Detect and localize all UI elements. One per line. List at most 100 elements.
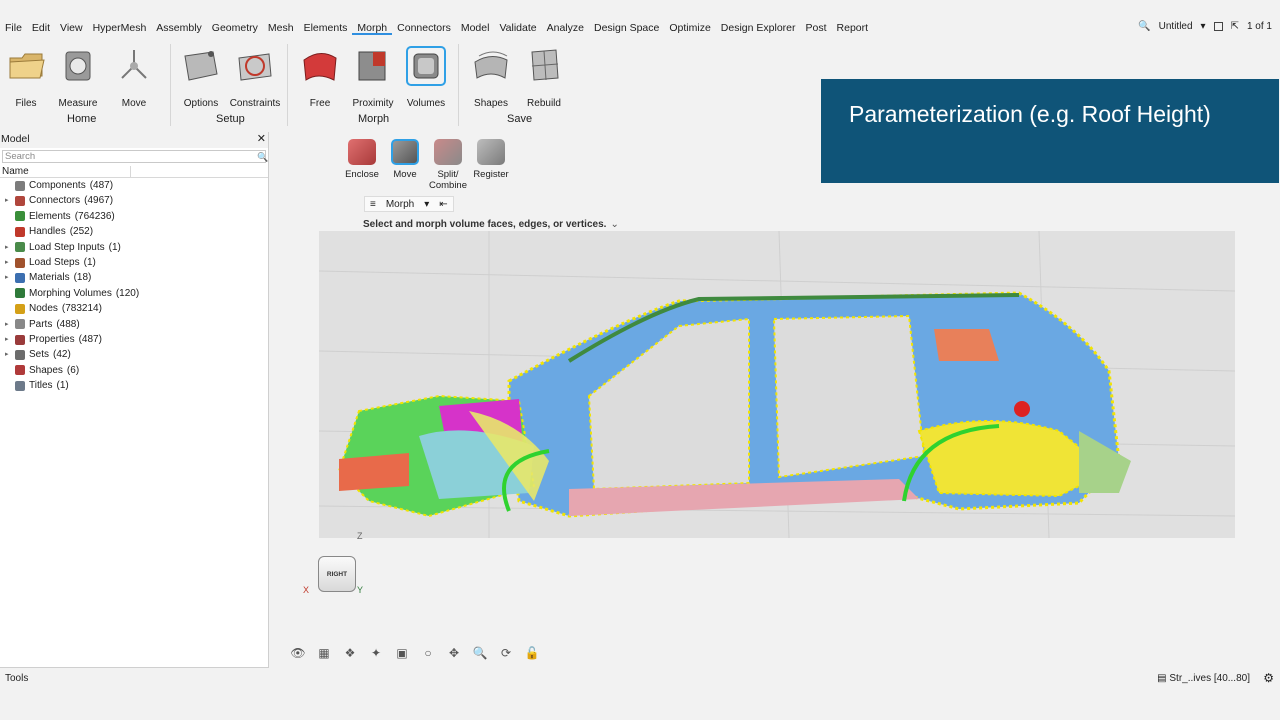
chevron-down-icon[interactable]: ⌄	[610, 219, 618, 230]
search-input[interactable]: Search	[2, 150, 266, 163]
display-mode-icon[interactable]: ▦	[314, 644, 334, 662]
menu-report[interactable]: Report	[832, 21, 874, 35]
menu-optimize[interactable]: Optimize	[664, 21, 715, 35]
menu-validate[interactable]: Validate	[494, 21, 541, 35]
session-name[interactable]: Untitled	[1159, 21, 1193, 32]
view-cube[interactable]: RIGHT	[318, 556, 356, 592]
sets-icon	[15, 349, 25, 360]
options-tool[interactable]: Options	[171, 46, 231, 109]
car-body-model[interactable]	[319, 231, 1235, 538]
free-tool[interactable]: Free	[290, 46, 350, 109]
expand-arrow-icon[interactable]: ▸	[0, 193, 9, 208]
menu-mesh[interactable]: Mesh	[263, 21, 299, 35]
chevron-down-icon[interactable]: ▾	[1201, 21, 1206, 32]
menu-post[interactable]: Post	[801, 21, 832, 35]
tree-item-sets[interactable]: ▸ Sets (42)	[0, 347, 268, 362]
menu-elements[interactable]: Elements	[299, 21, 353, 35]
expand-arrow-icon[interactable]: ▸	[0, 347, 9, 362]
group-setup: Setup	[216, 113, 245, 125]
search-icon[interactable]: 🔍	[1138, 21, 1150, 32]
shapes-label: Shapes	[474, 98, 508, 109]
view-toolbar: 👁 ▦ ❖ ✦ ▣ ○ ✥ 🔍 ⟳ 🔓	[288, 644, 542, 662]
menu-design-space[interactable]: Design Space	[589, 21, 664, 35]
collapse-icon[interactable]: ⇤	[434, 199, 452, 210]
register-tool[interactable]: Register	[470, 139, 512, 180]
menu-file[interactable]: File	[0, 21, 27, 35]
tree-item-parts[interactable]: ▸ Parts (488)	[0, 317, 268, 332]
constraints-tool[interactable]: Constraints	[225, 46, 285, 109]
group-separator	[458, 44, 459, 126]
rotate-icon[interactable]: ⟳	[496, 644, 516, 662]
menu-assembly[interactable]: Assembly	[151, 21, 207, 35]
column-divider[interactable]	[130, 166, 131, 178]
tree-item-label: Sets	[29, 349, 50, 361]
isolate-icon[interactable]: ○	[418, 644, 438, 662]
nodes-icon	[15, 303, 25, 314]
tree-item-nodes[interactable]: Nodes (783214)	[0, 301, 268, 316]
status-right-text: Str_..ives [40...80]	[1169, 673, 1250, 684]
tree-item-load-step-inputs[interactable]: ▸ Load Step Inputs (1)	[0, 240, 268, 255]
menu-analyze[interactable]: Analyze	[542, 21, 589, 35]
clip-icon[interactable]: ▣	[392, 644, 412, 662]
expand-arrow-icon[interactable]: ▸	[0, 270, 9, 285]
menu-hypermesh[interactable]: HyperMesh	[88, 21, 152, 35]
tree-item-count: (1)	[108, 241, 121, 253]
column-header[interactable]: Name	[0, 166, 268, 178]
free-icon	[300, 46, 340, 86]
close-icon[interactable]: ✕	[257, 132, 266, 146]
tree-item-components[interactable]: Components (487)	[0, 178, 268, 193]
menu-icon[interactable]: ≡	[365, 199, 381, 210]
proximity-label: Proximity	[352, 98, 394, 109]
chevron-down-icon[interactable]: ▾	[419, 199, 434, 210]
expand-arrow-icon[interactable]: ▸	[0, 255, 9, 270]
tree-item-elements[interactable]: Elements (764236)	[0, 209, 268, 224]
menu-view[interactable]: View	[55, 21, 88, 35]
mode-dropdown[interactable]: Morph	[381, 199, 419, 210]
zoom-icon[interactable]: 🔍	[470, 644, 490, 662]
search-magnifier-icon[interactable]: 🔍	[257, 152, 268, 163]
proximity-tool[interactable]: Proximity	[343, 46, 403, 109]
menu-morph[interactable]: Morph	[352, 21, 393, 35]
move-volume-tool[interactable]: Move	[384, 139, 426, 180]
tree-item-morphing-volumes[interactable]: Morphing Volumes (120)	[0, 286, 268, 301]
axis-z: Z	[357, 531, 363, 541]
window-icon[interactable]	[1213, 22, 1223, 31]
file-icon: ▤	[1157, 673, 1167, 684]
options-label: Options	[183, 98, 219, 109]
tree-item-properties[interactable]: ▸ Properties (487)	[0, 332, 268, 347]
axis-y: Y	[357, 585, 364, 595]
menu-connectors[interactable]: Connectors	[392, 21, 456, 35]
gear-icon[interactable]: ⚙	[1263, 671, 1274, 685]
axis-icon[interactable]: ✥	[444, 644, 464, 662]
rebuild-tool[interactable]: Rebuild	[514, 46, 574, 109]
load-steps-icon	[15, 257, 25, 268]
element-display-icon[interactable]: ❖	[340, 644, 360, 662]
menu-model[interactable]: Model	[456, 21, 495, 35]
tree-item-connectors[interactable]: ▸ Connectors (4967)	[0, 193, 268, 208]
graphics-viewport[interactable]	[319, 231, 1235, 538]
tree-item-materials[interactable]: ▸ Materials (18)	[0, 270, 268, 285]
expand-arrow-icon[interactable]: ▸	[0, 240, 9, 255]
tree-item-load-steps[interactable]: ▸ Load Steps (1)	[0, 255, 268, 270]
expand-arrow-icon[interactable]: ▸	[0, 317, 9, 332]
tree-item-handles[interactable]: Handles (252)	[0, 224, 268, 239]
lock-icon[interactable]: 🔓	[522, 644, 542, 662]
tools-label[interactable]: Tools	[5, 673, 28, 684]
move-tool[interactable]: Move	[104, 46, 164, 109]
tree-item-shapes[interactable]: Shapes (6)	[0, 363, 268, 378]
volumes-tool[interactable]: Volumes	[396, 46, 456, 109]
expand-arrow-icon[interactable]: ▸	[0, 332, 9, 347]
split-combine-tool[interactable]: Split/ Combine	[427, 139, 469, 191]
export-icon[interactable]: ⇱	[1231, 21, 1239, 32]
tree-item-label: Parts	[29, 318, 53, 330]
menu-design-explorer[interactable]: Design Explorer	[716, 21, 801, 35]
enclose-tool[interactable]: Enclose	[341, 139, 383, 180]
tree-item-count: (1)	[56, 380, 69, 392]
menu-geometry[interactable]: Geometry	[207, 21, 263, 35]
tree-item-titles[interactable]: Titles (1)	[0, 378, 268, 393]
visibility-eye-icon[interactable]: 👁	[288, 644, 308, 662]
menu-edit[interactable]: Edit	[27, 21, 55, 35]
shapes-tool[interactable]: Shapes	[461, 46, 521, 109]
measure-tool[interactable]: Measure	[48, 46, 108, 109]
section-cut-icon[interactable]: ✦	[366, 644, 386, 662]
